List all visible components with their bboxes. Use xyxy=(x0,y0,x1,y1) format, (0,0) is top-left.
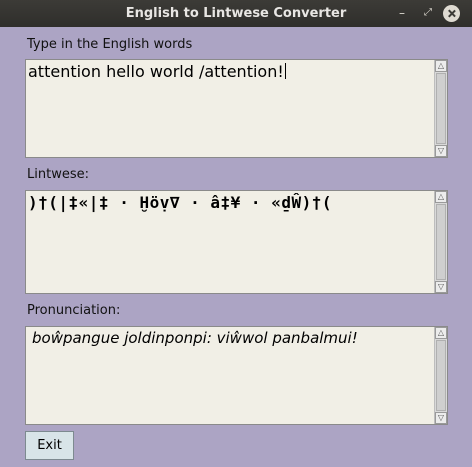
english-input[interactable]: attention hello world /attention! △ ▽ xyxy=(25,59,448,158)
exit-button[interactable]: Exit xyxy=(25,431,74,460)
text-cursor xyxy=(284,63,286,79)
lintwese-output[interactable]: )†(|‡«|‡ · Ḫöṿ∇ · â‡¥ · «ḏŴ)†( △ ▽ xyxy=(25,190,448,294)
lintwese-label: Lintwese: xyxy=(27,167,89,182)
pronunciation-scrollbar[interactable]: △ ▽ xyxy=(434,327,447,424)
scroll-down-arrow-icon[interactable]: ▽ xyxy=(435,281,447,293)
scroll-up-arrow-icon[interactable]: △ xyxy=(435,60,447,72)
english-input-text: attention hello world /attention! xyxy=(28,62,284,81)
maximize-icon[interactable]: ⤢ xyxy=(418,0,438,27)
pronunciation-label: Pronunciation: xyxy=(27,303,121,318)
lintwese-output-text: )†(|‡«|‡ · Ḫöṿ∇ · â‡¥ · «ḏŴ)†( xyxy=(28,193,332,212)
close-icon xyxy=(443,5,460,22)
scroll-up-arrow-icon[interactable]: △ xyxy=(435,327,447,339)
pronunciation-output-text: boŵpangue joldinponpi: viŵwol panbalmui! xyxy=(32,329,358,347)
app-window: English to Lintwese Converter – ⤢ Type i… xyxy=(0,0,472,467)
title-bar[interactable]: English to Lintwese Converter – ⤢ xyxy=(0,0,472,27)
scroll-thumb[interactable] xyxy=(436,340,446,411)
minimize-icon[interactable]: – xyxy=(392,0,412,27)
scroll-down-arrow-icon[interactable]: ▽ xyxy=(435,412,447,424)
scroll-up-arrow-icon[interactable]: △ xyxy=(435,191,447,203)
english-label: Type in the English words xyxy=(27,37,193,52)
scroll-down-arrow-icon[interactable]: ▽ xyxy=(435,145,447,157)
scroll-thumb[interactable] xyxy=(436,204,446,280)
pronunciation-output[interactable]: boŵpangue joldinponpi: viŵwol panbalmui!… xyxy=(25,326,448,425)
lintwese-scrollbar[interactable]: △ ▽ xyxy=(434,191,447,293)
scroll-thumb[interactable] xyxy=(436,73,446,144)
english-scrollbar[interactable]: △ ▽ xyxy=(434,60,447,157)
close-button[interactable] xyxy=(441,0,463,27)
